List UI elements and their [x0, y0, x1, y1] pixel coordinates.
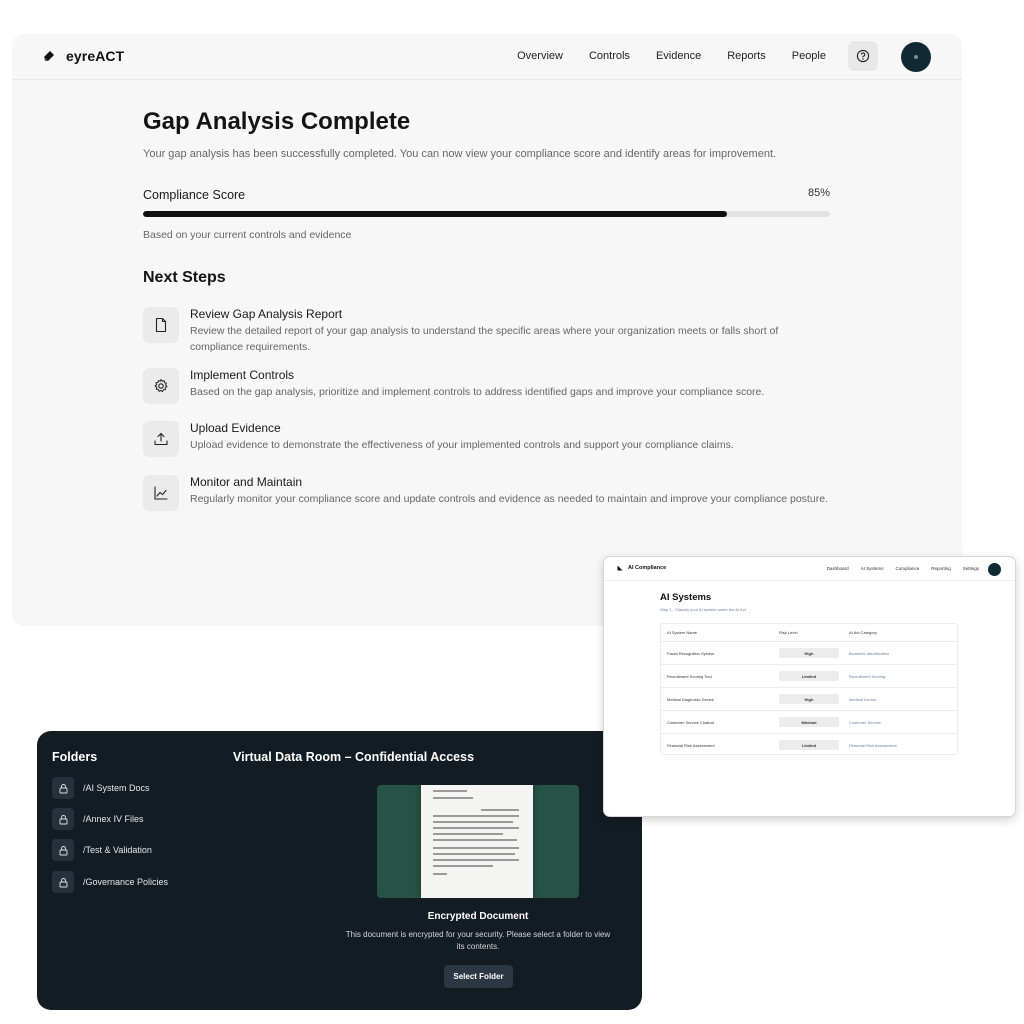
- risk-badge: Limited: [779, 740, 839, 750]
- lock-icon: [52, 808, 74, 830]
- encrypted-doc-title: Encrypted Document: [427, 911, 529, 922]
- ai-brand-name: AI Compliance: [628, 565, 667, 571]
- category-link[interactable]: Recruitment Scoring: [849, 674, 885, 679]
- folder-item-annex-iv[interactable]: /Annex IV Files: [52, 808, 144, 830]
- document-page-image: [421, 785, 533, 898]
- ai-systems-table: AI System Name Risk Level AI Act Categor…: [660, 623, 958, 755]
- logo-icon: [617, 565, 623, 571]
- logo-icon: [44, 51, 54, 61]
- lock-icon: [52, 839, 74, 861]
- ai-top-navigation: AI Compliance Dashboard AI Systems Compl…: [604, 557, 1015, 581]
- table-row[interactable]: Recruitment Scoring Tool Limited Recruit…: [661, 664, 957, 687]
- system-name: Facial Recognition System: [667, 651, 715, 656]
- ai-compliance-window: AI Compliance Dashboard AI Systems Compl…: [604, 557, 1015, 816]
- page-subtitle: Your gap analysis has been successfully …: [143, 148, 777, 160]
- nav-reporting[interactable]: Reporting: [931, 566, 951, 571]
- column-header: AI Act Category: [849, 630, 877, 635]
- category-link[interactable]: Medical Device: [849, 697, 876, 702]
- folder-item-ai-system-docs[interactable]: /AI System Docs: [52, 777, 150, 799]
- document-icon: [143, 307, 179, 343]
- help-icon: [856, 49, 870, 63]
- step-description: Review the detailed report of your gap a…: [190, 325, 779, 353]
- table-row[interactable]: Customer Service Chatbot Minimal Custome…: [661, 710, 957, 733]
- step-description: Based on the gap analysis, prioritize an…: [190, 386, 765, 398]
- step-title: Monitor and Maintain: [190, 475, 303, 489]
- virtual-data-room-window: Folders /AI System Docs /Annex IV Files …: [37, 731, 642, 1010]
- brand[interactable]: eyreACT: [42, 48, 124, 64]
- step-description: Upload evidence to demonstrate the effec…: [190, 439, 734, 451]
- ai-brand[interactable]: AI Compliance: [617, 565, 666, 571]
- brand-name: eyreACT: [66, 48, 125, 64]
- score-label: Compliance Score: [143, 188, 246, 202]
- avatar[interactable]: [988, 563, 1001, 576]
- column-header: AI System Name: [667, 630, 698, 635]
- lock-icon: [52, 777, 74, 799]
- ai-step-link[interactable]: Step 1 - Classify your AI system under t…: [660, 607, 746, 612]
- folder-label: /Governance Policies: [83, 877, 169, 887]
- score-percent: 85%: [808, 187, 831, 199]
- nav-overview[interactable]: Overview: [517, 50, 563, 62]
- table-row[interactable]: Financial Risk Assessment Limited Financ…: [661, 733, 957, 756]
- risk-badge: High: [779, 648, 839, 658]
- step-title: Review Gap Analysis Report: [190, 307, 343, 321]
- category-link[interactable]: Customer Service: [849, 720, 881, 725]
- nav-reports[interactable]: Reports: [727, 50, 766, 62]
- system-name: Medical Diagnostic Device: [667, 697, 714, 702]
- select-folder-button[interactable]: Select Folder: [444, 965, 513, 988]
- step-title: Upload Evidence: [190, 421, 281, 435]
- system-name: Recruitment Scoring Tool: [667, 674, 712, 679]
- encrypted-doc-description: This document is encrypted for your secu…: [345, 930, 611, 951]
- risk-badge: Minimal: [779, 717, 839, 727]
- help-button[interactable]: [848, 41, 878, 71]
- step-title: Implement Controls: [190, 368, 295, 382]
- column-header: Risk Level: [779, 630, 798, 635]
- nav-people[interactable]: People: [792, 50, 826, 62]
- chart-line-icon: [143, 475, 179, 511]
- system-name: Customer Service Chatbot: [667, 720, 714, 725]
- folder-item-test-validation[interactable]: /Test & Validation: [52, 839, 152, 861]
- risk-badge: High: [779, 694, 839, 704]
- lock-icon: [52, 871, 74, 893]
- gear-icon: [143, 368, 179, 404]
- folders-title: Folders: [52, 750, 98, 764]
- nav-dashboard[interactable]: Dashboard: [827, 566, 849, 571]
- nav-compliance[interactable]: Compliance: [895, 566, 919, 571]
- category-link[interactable]: Financial Risk Assessment: [849, 743, 897, 748]
- upload-icon: [143, 421, 179, 457]
- nav-controls[interactable]: Controls: [589, 50, 630, 62]
- score-note: Based on your current controls and evide…: [143, 229, 352, 241]
- step-description: Regularly monitor your compliance score …: [190, 493, 828, 505]
- nav-links: Overview Controls Evidence Reports Peopl…: [517, 50, 826, 62]
- avatar[interactable]: [901, 42, 931, 72]
- compliance-progress-bar: [143, 211, 830, 217]
- top-navigation: eyreACT Overview Controls Evidence Repor…: [12, 34, 962, 80]
- table-row[interactable]: Facial Recognition System High Biometric…: [661, 641, 957, 664]
- folder-item-governance-policies[interactable]: /Governance Policies: [52, 871, 168, 893]
- folder-label: /Test & Validation: [83, 845, 152, 855]
- document-preview: [377, 785, 579, 898]
- nav-settings[interactable]: Settings: [963, 566, 979, 571]
- system-name: Financial Risk Assessment: [667, 743, 715, 748]
- ai-nav-links: Dashboard AI Systems Compliance Reportin…: [827, 566, 979, 571]
- nav-ai-systems[interactable]: AI Systems: [861, 566, 884, 571]
- avatar-dot: [914, 55, 918, 59]
- page-title: Gap Analysis Complete: [143, 108, 411, 135]
- table-row[interactable]: Medical Diagnostic Device High Medical D…: [661, 687, 957, 710]
- nav-evidence[interactable]: Evidence: [656, 50, 701, 62]
- risk-badge: Limited: [779, 671, 839, 681]
- ai-page-title: AI Systems: [660, 592, 712, 603]
- category-link[interactable]: Biometric Identification: [849, 651, 889, 656]
- next-steps-title: Next Steps: [143, 269, 226, 286]
- gap-analysis-window: eyreACT Overview Controls Evidence Repor…: [12, 34, 962, 626]
- progress-fill: [143, 211, 727, 217]
- folder-label: /AI System Docs: [83, 783, 150, 793]
- folder-label: /Annex IV Files: [83, 814, 144, 824]
- data-room-title: Virtual Data Room – Confidential Access: [233, 750, 475, 764]
